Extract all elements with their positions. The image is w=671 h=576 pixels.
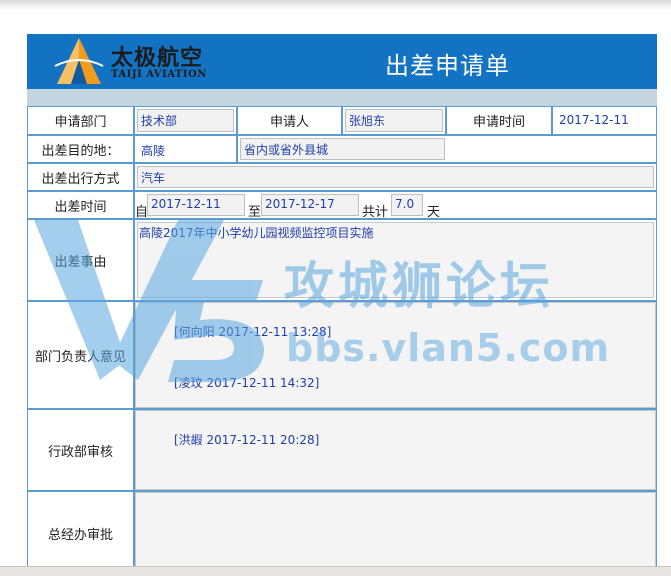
days-unit-label: 天 (427, 205, 441, 220)
applicant-label: 申请人 (237, 106, 342, 135)
period-cell: 自 2017-12-11 至 2017-12-17 共计 7.0 天 (134, 191, 657, 220)
dept-field[interactable]: 技术部 (137, 109, 234, 132)
dept-opinion-label: 部门负责人意见 (27, 301, 134, 409)
admin-review-entry: [洪嘏 2017-12-11 20:28] (174, 433, 320, 447)
to-label: 至 (248, 205, 262, 220)
dept-cell: 技术部 (134, 106, 237, 135)
total-days-field[interactable]: 7.0 (391, 194, 423, 216)
destination-label: 出差目的地： (27, 135, 134, 163)
header-subbar (27, 89, 657, 106)
request-time-field[interactable]: 2017-12-11 (555, 110, 633, 130)
window-top-edge (0, 0, 671, 10)
reason-label: 出差事由 (27, 219, 134, 301)
transport-field[interactable]: 汽车 (137, 166, 654, 188)
form-title: 出差申请单 (385, 52, 510, 80)
admin-review-cell: [洪嘏 2017-12-11 20:28] (134, 409, 657, 491)
destination-field[interactable]: 高陵 (137, 139, 169, 162)
period-label: 出差时间 (27, 191, 134, 219)
transport-cell: 汽车 (134, 163, 657, 191)
logo-english-name: TAIJI AVIATION (111, 69, 207, 80)
transport-label: 出差出行方式 (27, 163, 134, 191)
logo-chinese-name: 太极航空 (111, 45, 204, 71)
admin-review-label: 行政部审核 (27, 409, 134, 491)
request-time-label: 申请时间 (446, 106, 552, 135)
destination-scope-cell: 省内或省外县城 (237, 135, 657, 163)
form-header: 太极航空 TAIJI AVIATION 出差申请单 (27, 34, 657, 89)
dept-label: 申请部门 (27, 106, 134, 135)
logo-emblem-icon (54, 38, 104, 84)
gm-approval-box[interactable] (135, 492, 656, 575)
gm-approval-cell (134, 491, 657, 576)
company-logo: 太极航空 TAIJI AVIATION (51, 36, 241, 86)
reason-text: 高陵2017年中小学幼儿园视频监控项目实施 (139, 226, 374, 240)
end-date-field[interactable]: 2017-12-17 (261, 194, 359, 216)
applicant-field[interactable]: 张旭东 (345, 109, 443, 132)
opinion-entry: [凌玟 2017-12-11 14:32] (174, 376, 320, 390)
watermark-url: bbs.vlan5.com (286, 326, 611, 370)
start-date-field[interactable]: 2017-12-11 (147, 194, 245, 216)
total-label: 共计 (362, 205, 389, 220)
gm-approval-label: 总经办审批 (27, 491, 134, 576)
admin-review-box: [洪嘏 2017-12-11 20:28] (135, 410, 656, 490)
request-time-cell: 2017-12-11 (552, 106, 657, 135)
destination-scope-select[interactable]: 省内或省外县城 (240, 138, 445, 160)
applicant-cell: 张旭东 (342, 106, 446, 135)
watermark-text: 攻城狮论坛 (284, 257, 554, 315)
destination-cell: 高陵 (134, 135, 237, 163)
